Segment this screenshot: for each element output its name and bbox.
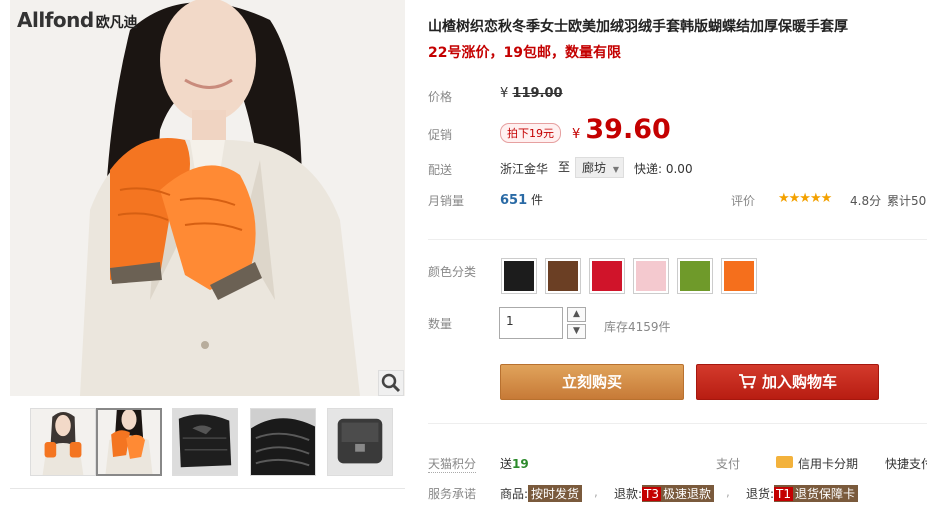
return-guarantee-tag: 退货保障卡 xyxy=(795,487,856,501)
color-label: 颜色分类 xyxy=(428,265,477,279)
original-price-value: 119.00 xyxy=(512,86,563,101)
add-to-cart-button[interactable]: 加入购物车 xyxy=(696,364,879,400)
monthly-sales: 651 件 xyxy=(500,191,543,208)
stock-count: 库存4159件 xyxy=(604,320,671,334)
buy-now-button[interactable]: 立刻购买 xyxy=(500,364,684,400)
current-price-value: 39.60 xyxy=(585,114,671,145)
review-count-link[interactable]: 累计50 xyxy=(887,192,926,209)
quantity-decrease-button[interactable]: ▼ xyxy=(567,324,586,339)
main-product-image[interactable] xyxy=(10,0,405,396)
shipping-label: 配送 xyxy=(428,163,453,177)
price-label: 价格 xyxy=(428,90,453,104)
credit-card-installment[interactable]: 信用卡分期 xyxy=(798,455,858,472)
thumbnail-4[interactable] xyxy=(250,408,316,476)
points-value: 19 xyxy=(512,457,529,471)
star-rating-icon: ★★★★★ xyxy=(778,191,832,206)
quantity-input[interactable]: 1 xyxy=(499,307,563,339)
rating-label: 评价 xyxy=(731,194,756,208)
refund-code-badge: T3 xyxy=(642,487,662,501)
separator: , xyxy=(594,485,598,499)
promo-label: 促销 xyxy=(428,128,453,142)
payment-label: 支付 xyxy=(716,457,741,471)
brand-logo-en: Allfond xyxy=(17,8,94,32)
color-swatch-brown[interactable] xyxy=(545,258,581,294)
quantity-label: 数量 xyxy=(428,317,453,331)
thumbnail-3[interactable] xyxy=(172,408,238,476)
swatch-image xyxy=(724,261,754,291)
color-swatch-black[interactable] xyxy=(501,258,537,294)
add-to-cart-label: 加入购物车 xyxy=(761,373,837,391)
credit-card-icon xyxy=(776,456,793,468)
thumbnail-1[interactable] xyxy=(30,408,96,476)
goods-label: 商品: xyxy=(500,487,529,501)
thumbnail-2[interactable] xyxy=(96,408,162,476)
destination-value: 廊坊 xyxy=(582,161,607,175)
color-swatch-red[interactable] xyxy=(589,258,625,294)
product-title: 山楂树织恋秋冬季女士欧美加绒羽绒手套韩版蝴蝶结加厚保暖手套厚 xyxy=(428,19,848,35)
currency-symbol: ¥ xyxy=(500,86,509,101)
service-promise-label: 服务承诺 xyxy=(428,487,477,501)
ship-to-word: 至 xyxy=(558,160,571,174)
zoom-icon[interactable] xyxy=(378,370,404,396)
divider xyxy=(10,488,405,489)
original-price: ¥ 119.00 xyxy=(500,86,563,101)
cart-icon xyxy=(738,374,757,389)
divider xyxy=(428,423,927,424)
chevron-down-icon: ▼ xyxy=(612,165,619,174)
promise-refund[interactable]: 退款: T3 极速退款 xyxy=(614,485,715,502)
brand-logo: Allfond 欧凡迪 xyxy=(17,8,138,32)
points-prefix: 送 xyxy=(500,457,513,471)
product-subtitle: 22号涨价，19包邮，数量有限 xyxy=(428,45,621,61)
divider xyxy=(428,239,927,240)
monthly-sales-label: 月销量 xyxy=(428,194,465,208)
swatch-image xyxy=(592,261,622,291)
color-swatch-orange[interactable] xyxy=(721,258,757,294)
swatch-image xyxy=(636,261,666,291)
color-swatch-pink[interactable] xyxy=(633,258,669,294)
tmall-points: 送19 xyxy=(500,455,529,472)
swatch-image xyxy=(504,261,534,291)
quantity-increase-button[interactable]: ▲ xyxy=(567,307,586,322)
currency-symbol: ¥ xyxy=(572,127,581,142)
swatch-image xyxy=(680,261,710,291)
separator: , xyxy=(726,485,730,499)
refund-label: 退款: xyxy=(614,487,643,501)
quick-payment[interactable]: 快捷支付 xyxy=(885,455,927,472)
destination-select[interactable]: 廊坊 ▼ xyxy=(575,157,624,178)
return-label: 退货: xyxy=(746,487,775,501)
color-swatch-green[interactable] xyxy=(677,258,713,294)
monthly-sales-unit: 件 xyxy=(530,193,543,207)
on-time-delivery-tag: 按时发货 xyxy=(528,485,583,502)
promise-goods[interactable]: 商品: 按时发货 xyxy=(500,485,583,502)
promo-tag: 拍下19元 xyxy=(500,123,561,143)
promise-return[interactable]: 退货: T1 退货保障卡 xyxy=(746,485,859,502)
monthly-sales-count: 651 xyxy=(500,193,528,208)
return-code-badge: T1 xyxy=(774,487,794,501)
brand-logo-cn: 欧凡迪 xyxy=(95,15,138,31)
thumbnail-5[interactable] xyxy=(327,408,393,476)
rating-score: 4.8分 xyxy=(850,194,882,208)
current-price: ¥ 39.60 xyxy=(572,114,671,145)
tmall-points-label[interactable]: 天猫积分 xyxy=(428,455,477,473)
fast-refund-tag: 极速退款 xyxy=(663,487,712,501)
swatch-image xyxy=(548,261,578,291)
ship-from: 浙江金华 xyxy=(500,162,549,176)
shipping-fee: 快递: 0.00 xyxy=(634,162,693,176)
